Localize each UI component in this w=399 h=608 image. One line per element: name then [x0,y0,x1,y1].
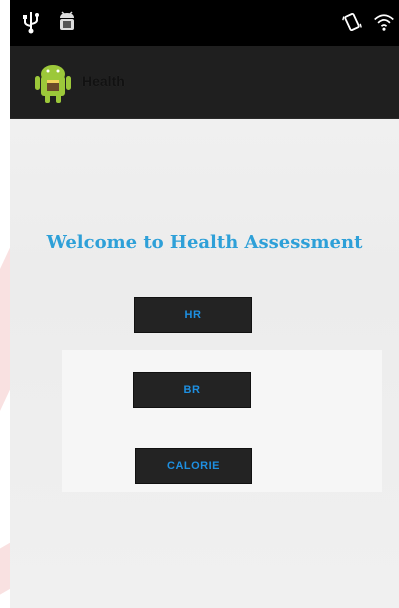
android-debug-icon [56,9,78,35]
status-bar [10,0,399,46]
status-left-icons [20,9,78,35]
br-button[interactable]: BR [133,372,251,408]
app-title: Health [82,73,125,89]
wifi-icon [373,9,395,35]
calorie-button[interactable]: CALORIE [135,448,252,484]
usb-icon [20,9,42,35]
action-bar: Health [10,46,399,119]
vibrate-icon [341,9,363,35]
android-app-icon[interactable] [34,60,72,104]
welcome-heading: Welcome to Health Assessment [46,232,363,253]
hr-button[interactable]: HR [134,297,252,333]
status-right-icons [341,9,395,35]
phone-screen: Health Welcome to Health Assessment HR B… [10,0,399,608]
